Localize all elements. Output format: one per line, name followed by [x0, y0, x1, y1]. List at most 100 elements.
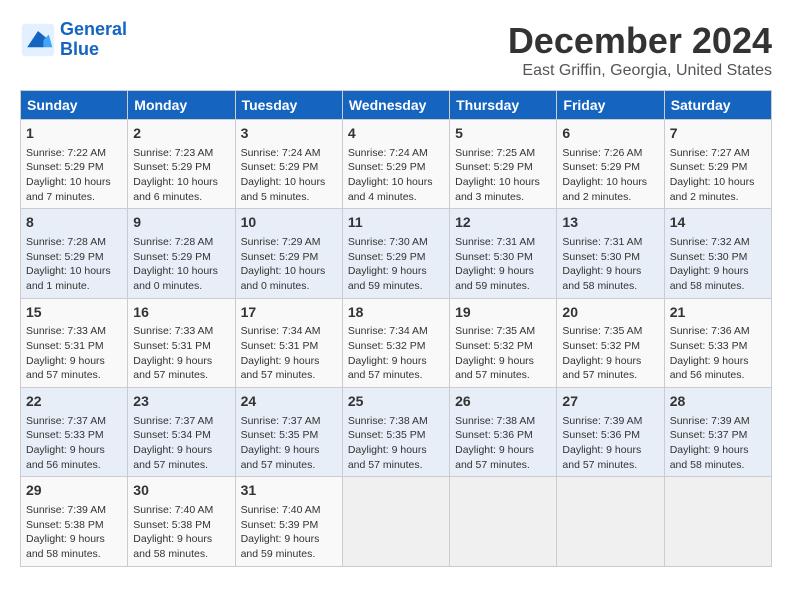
day-info: Daylight: 10 hours and 3 minutes.	[455, 175, 551, 204]
logo-line2: Blue	[60, 39, 99, 59]
calendar-header-wednesday: Wednesday	[342, 91, 449, 120]
day-number: 29	[26, 481, 122, 501]
day-info: Daylight: 9 hours and 58 minutes.	[562, 264, 658, 293]
calendar-cell: 5Sunrise: 7:25 AMSunset: 5:29 PMDaylight…	[450, 120, 557, 209]
day-number: 17	[241, 303, 337, 323]
day-number: 15	[26, 303, 122, 323]
calendar-cell: 9 Sunrise: 7:28 AMSunset: 5:29 PMDaylight…	[128, 209, 235, 298]
calendar-cell	[664, 477, 771, 566]
day-info: Sunset: 5:29 PM	[670, 160, 766, 175]
day-number: 28	[670, 392, 766, 412]
calendar-cell: 23Sunrise: 7:37 AMSunset: 5:34 PMDayligh…	[128, 388, 235, 477]
day-info: Sunrise: 7:33 AM	[26, 324, 122, 339]
day-info: Daylight: 10 hours and 5 minutes.	[241, 175, 337, 204]
calendar-cell: 22Sunrise: 7:37 AMSunset: 5:33 PMDayligh…	[21, 388, 128, 477]
day-info: Daylight: 9 hours and 56 minutes.	[670, 354, 766, 383]
day-info: Daylight: 10 hours and 1 minute.	[26, 264, 122, 293]
calendar-cell: 1Sunrise: 7:22 AMSunset: 5:29 PMDaylight…	[21, 120, 128, 209]
day-info: Daylight: 10 hours and 0 minutes.	[241, 264, 337, 293]
day-info: Sunrise: 7:31 AM	[562, 235, 658, 250]
day-info: Daylight: 9 hours and 59 minutes.	[455, 264, 551, 293]
day-info: Sunrise: 7:34 AM	[241, 324, 337, 339]
day-number: 23	[133, 392, 229, 412]
calendar-cell: 13Sunrise: 7:31 AMSunset: 5:30 PMDayligh…	[557, 209, 664, 298]
day-number: 30	[133, 481, 229, 501]
calendar-week-4: 22Sunrise: 7:37 AMSunset: 5:33 PMDayligh…	[21, 388, 772, 477]
day-info: Sunset: 5:38 PM	[133, 518, 229, 533]
day-info: Sunrise: 7:39 AM	[26, 503, 122, 518]
day-number: 1	[26, 124, 122, 144]
calendar-header-monday: Monday	[128, 91, 235, 120]
day-info: Sunset: 5:29 PM	[348, 250, 444, 265]
day-info: Daylight: 10 hours and 2 minutes.	[670, 175, 766, 204]
calendar-cell: 20Sunrise: 7:35 AMSunset: 5:32 PMDayligh…	[557, 298, 664, 387]
day-info: Sunset: 5:29 PM	[562, 160, 658, 175]
day-info: Sunrise: 7:27 AM	[670, 146, 766, 161]
calendar-header-friday: Friday	[557, 91, 664, 120]
day-info: Sunrise: 7:32 AM	[670, 235, 766, 250]
day-info: Sunset: 5:36 PM	[562, 428, 658, 443]
calendar-cell: 31Sunrise: 7:40 AMSunset: 5:39 PMDayligh…	[235, 477, 342, 566]
logo-icon	[20, 22, 56, 58]
day-info: Sunset: 5:29 PM	[348, 160, 444, 175]
day-number: 13	[562, 213, 658, 233]
day-info: Sunrise: 7:35 AM	[562, 324, 658, 339]
day-number: 20	[562, 303, 658, 323]
calendar-header-tuesday: Tuesday	[235, 91, 342, 120]
day-number: 24	[241, 392, 337, 412]
calendar-header-saturday: Saturday	[664, 91, 771, 120]
calendar-header-row: SundayMondayTuesdayWednesdayThursdayFrid…	[21, 91, 772, 120]
day-info: Sunset: 5:38 PM	[26, 518, 122, 533]
day-info: Sunset: 5:29 PM	[455, 160, 551, 175]
calendar-cell	[557, 477, 664, 566]
day-info: Sunrise: 7:24 AM	[241, 146, 337, 161]
calendar-week-2: 8Sunrise: 7:28 AMSunset: 5:29 PMDaylight…	[21, 209, 772, 298]
day-info: Daylight: 9 hours and 57 minutes.	[133, 443, 229, 472]
calendar-cell: 3Sunrise: 7:24 AMSunset: 5:29 PMDaylight…	[235, 120, 342, 209]
day-info: Sunset: 5:29 PM	[26, 160, 122, 175]
calendar-header-thursday: Thursday	[450, 91, 557, 120]
subtitle: East Griffin, Georgia, United States	[508, 62, 772, 80]
day-info: Daylight: 10 hours and 0 minutes.	[133, 264, 229, 293]
calendar-cell: 15Sunrise: 7:33 AMSunset: 5:31 PMDayligh…	[21, 298, 128, 387]
day-number: 9	[133, 213, 229, 233]
calendar-cell: 11Sunrise: 7:30 AMSunset: 5:29 PMDayligh…	[342, 209, 449, 298]
calendar-cell: 17Sunrise: 7:34 AMSunset: 5:31 PMDayligh…	[235, 298, 342, 387]
day-info: Daylight: 9 hours and 57 minutes.	[455, 354, 551, 383]
day-info: Sunset: 5:29 PM	[133, 160, 229, 175]
day-info: Sunrise: 7:38 AM	[455, 414, 551, 429]
calendar-cell: 26Sunrise: 7:38 AMSunset: 5:36 PMDayligh…	[450, 388, 557, 477]
day-info: Sunset: 5:37 PM	[670, 428, 766, 443]
calendar-cell: 24Sunrise: 7:37 AMSunset: 5:35 PMDayligh…	[235, 388, 342, 477]
day-number: 4	[348, 124, 444, 144]
day-info: Sunset: 5:31 PM	[133, 339, 229, 354]
calendar-cell: 4Sunrise: 7:24 AMSunset: 5:29 PMDaylight…	[342, 120, 449, 209]
day-info: Sunset: 5:32 PM	[562, 339, 658, 354]
calendar-week-1: 1Sunrise: 7:22 AMSunset: 5:29 PMDaylight…	[21, 120, 772, 209]
day-info: Sunset: 5:39 PM	[241, 518, 337, 533]
day-number: 22	[26, 392, 122, 412]
day-info: Daylight: 9 hours and 57 minutes.	[26, 354, 122, 383]
day-info: Sunset: 5:34 PM	[133, 428, 229, 443]
day-info: Sunset: 5:36 PM	[455, 428, 551, 443]
day-info: Daylight: 9 hours and 58 minutes.	[133, 532, 229, 561]
day-info: Daylight: 9 hours and 57 minutes.	[562, 443, 658, 472]
day-info: Sunset: 5:32 PM	[348, 339, 444, 354]
day-number: 11	[348, 213, 444, 233]
day-info: Sunset: 5:29 PM	[241, 250, 337, 265]
day-info: Sunrise: 7:39 AM	[562, 414, 658, 429]
calendar-week-3: 15Sunrise: 7:33 AM Sunset: 5:31 PM Dayligh…	[21, 298, 772, 387]
calendar-cell: 25Sunrise: 7:38 AMSunset: 5:35 PMDayligh…	[342, 388, 449, 477]
day-info: Sunrise: 7:38 AM	[348, 414, 444, 429]
day-info: Sunset: 5:29 PM	[133, 250, 229, 265]
calendar-cell	[450, 477, 557, 566]
day-info: Sunrise: 7:40 AM	[133, 503, 229, 518]
day-info: Sunset: 5:30 PM	[670, 250, 766, 265]
day-info: Sunset: 5:29 PM	[26, 250, 122, 265]
calendar-body: 1Sunrise: 7:22 AMSunset: 5:29 PMDaylight…	[21, 120, 772, 567]
day-info: Sunrise: 7:28 AM	[133, 235, 229, 250]
day-number: 31	[241, 481, 337, 501]
day-number: 5	[455, 124, 551, 144]
day-number: 2	[133, 124, 229, 144]
day-info: Sunrise: 7:26 AM	[562, 146, 658, 161]
